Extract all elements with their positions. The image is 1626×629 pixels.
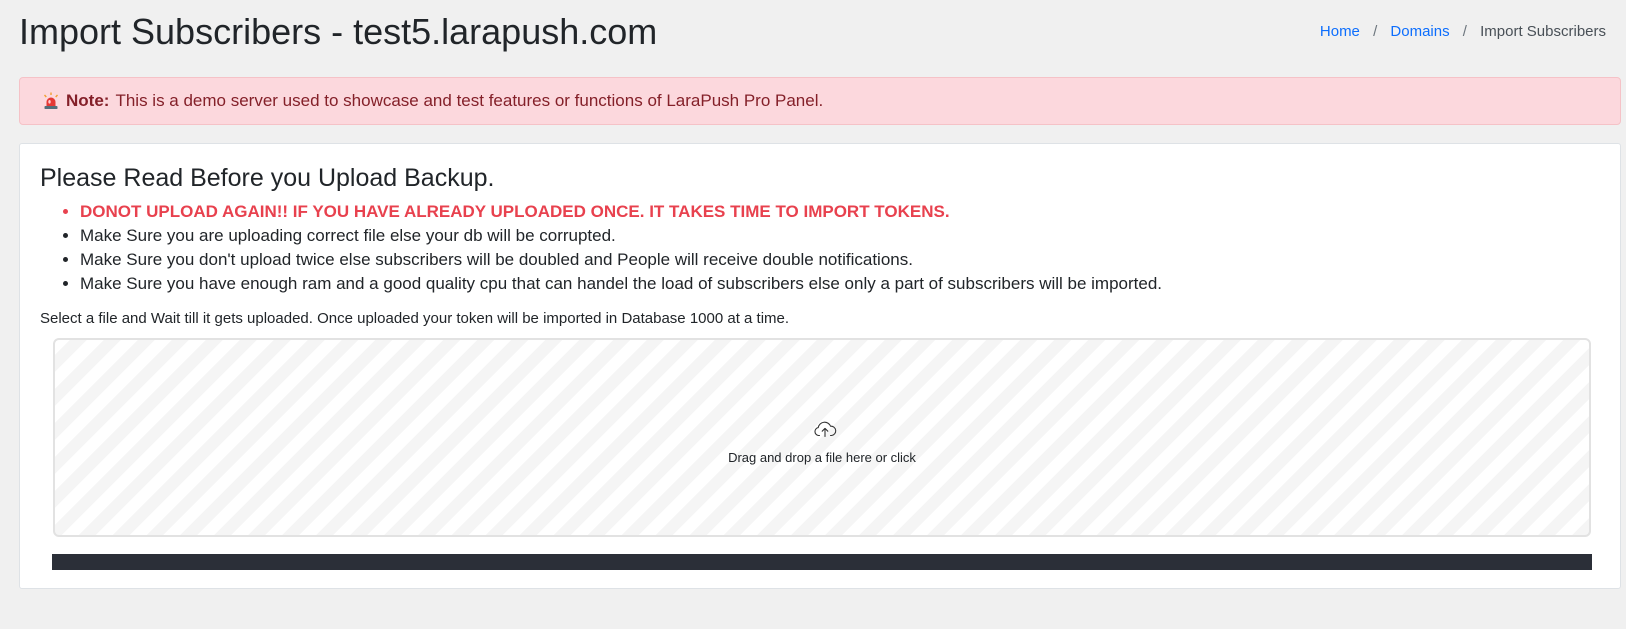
file-dropzone[interactable]: Drag and drop a file here or click	[53, 338, 1591, 537]
page-title: Import Subscribers - test5.larapush.com	[19, 11, 658, 52]
dropzone-message: Drag and drop a file here or click	[728, 450, 916, 465]
list-item: Make Sure you are uploading correct file…	[80, 224, 1162, 248]
list-item: DONOT UPLOAD AGAIN!! IF YOU HAVE ALREADY…	[80, 200, 1162, 224]
breadcrumb-separator: /	[1373, 23, 1378, 40]
breadcrumb: Home / Domains / Import Subscribers	[1320, 22, 1606, 42]
alert-label: Note:	[66, 91, 110, 110]
breadcrumb-current: Import Subscribers	[1480, 23, 1606, 40]
card-heading: Please Read Before you Upload Backup.	[40, 164, 495, 192]
demo-note-alert: Note: This is a demo server used to show…	[19, 77, 1621, 125]
rules-list: DONOT UPLOAD AGAIN!! IF YOU HAVE ALREADY…	[40, 200, 1162, 296]
upload-instructions: Select a file and Wait till it gets uplo…	[40, 310, 790, 327]
upload-progress-bar	[52, 554, 1592, 570]
list-item: Make Sure you don't upload twice else su…	[80, 248, 1162, 272]
import-card: Please Read Before you Upload Backup. DO…	[19, 143, 1621, 589]
breadcrumb-separator: /	[1462, 23, 1467, 40]
siren-icon	[42, 92, 60, 110]
breadcrumb-domains-link[interactable]: Domains	[1390, 23, 1449, 40]
breadcrumb-home-link[interactable]: Home	[1320, 23, 1360, 40]
alert-message: This is a demo server used to showcase a…	[115, 91, 824, 110]
list-item: Make Sure you have enough ram and a good…	[80, 272, 1162, 296]
page: Import Subscribers - test5.larapush.com …	[0, 0, 1626, 629]
cloud-upload-icon	[813, 420, 837, 438]
